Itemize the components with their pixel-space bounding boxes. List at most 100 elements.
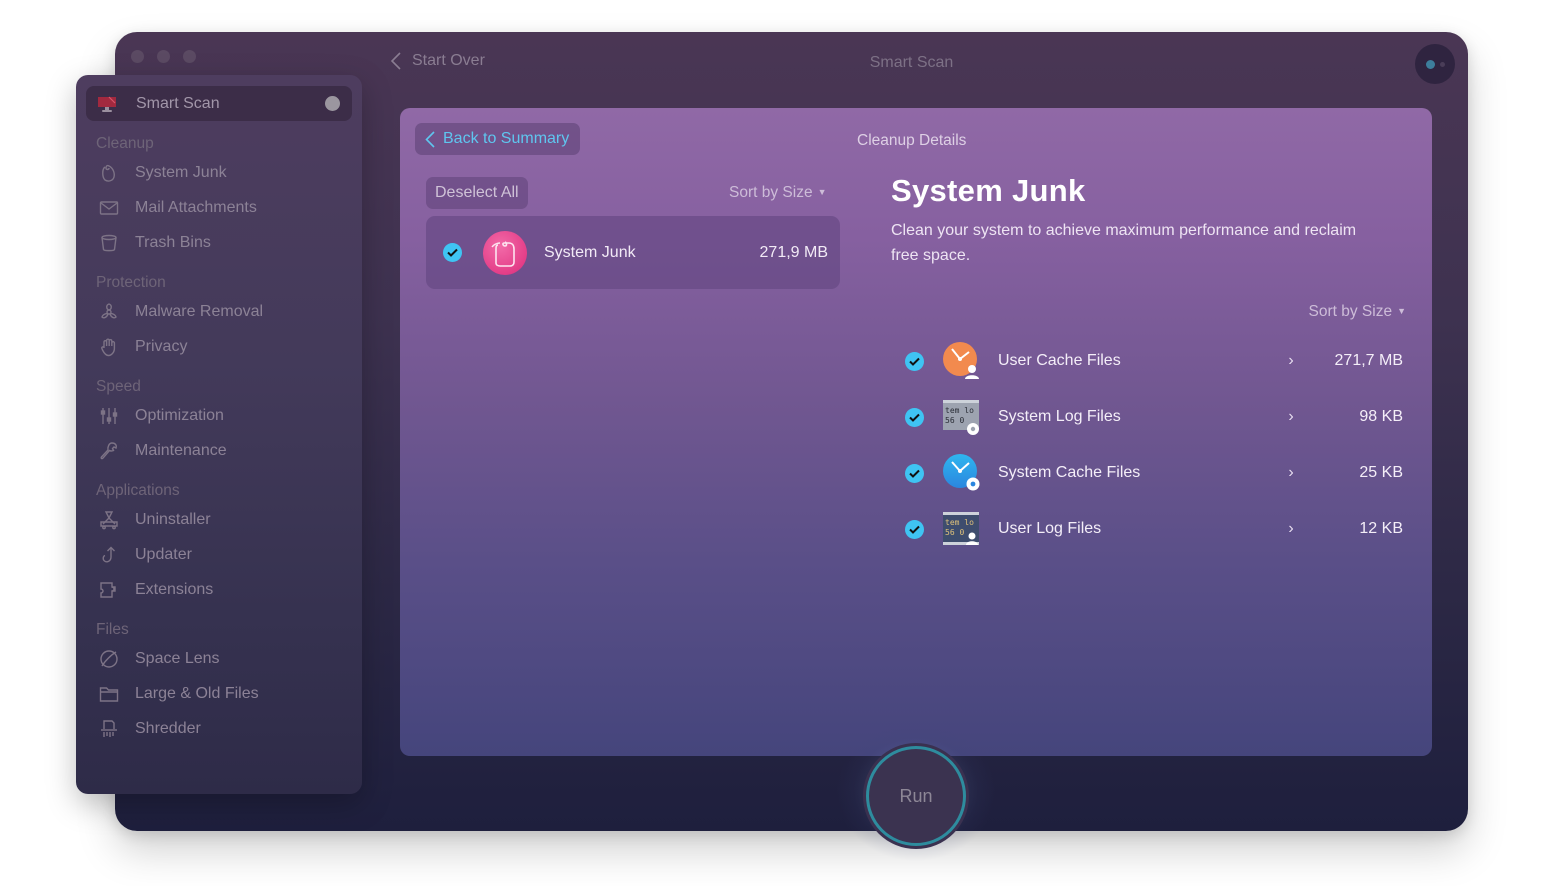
sidebar-item-smart-scan[interactable]: Smart Scan: [86, 86, 352, 121]
sidebar-section-speed: Speed: [96, 378, 141, 395]
sidebar-section-cleanup: Cleanup: [96, 135, 154, 152]
sidebar-item-privacy[interactable]: Privacy: [86, 329, 352, 364]
group-name: System Junk: [544, 243, 636, 261]
detail-description: Clean your system to achieve maximum per…: [891, 222, 1357, 264]
detail-items-list: User Cache Files › 271,7 MB tem lo 56 0 S…: [905, 333, 1403, 557]
list-item-user-log-files[interactable]: tem lo 56 0 User Log Files › 12 KB: [905, 501, 1403, 557]
item-name: System Log Files: [998, 408, 1121, 425]
chevron-right-icon[interactable]: ›: [1281, 408, 1301, 426]
biohazard-icon: [98, 301, 120, 323]
sidebar-item-malware-removal[interactable]: Malware Removal: [86, 294, 352, 329]
sort-by-size-dropdown[interactable]: Sort by Size ▼: [729, 184, 826, 202]
svg-text:tem lo: tem lo: [945, 406, 974, 415]
system-junk-icon: [98, 162, 120, 184]
sidebar-item-large-old-files[interactable]: Large & Old Files: [86, 676, 352, 711]
item-name: User Cache Files: [998, 352, 1121, 369]
checkbox-checked[interactable]: [443, 243, 462, 262]
sidebar-item-optimization[interactable]: Optimization: [86, 398, 352, 433]
back-to-summary-label: Back to Summary: [443, 130, 570, 147]
sidebar-section-applications: Applications: [96, 482, 180, 499]
sidebar-item-mail-attachments[interactable]: Mail Attachments: [86, 190, 352, 225]
detail-title: System Junk: [891, 173, 1086, 208]
svg-text:tem lo: tem lo: [945, 518, 974, 527]
list-item-system-log-files[interactable]: tem lo 56 0 System Log Files › 98 KB: [905, 389, 1403, 445]
svg-text:56 0: 56 0: [945, 416, 964, 425]
system-junk-icon: [483, 230, 527, 275]
checkmark-icon: [909, 413, 920, 422]
sidebar-item-updater[interactable]: Updater: [86, 537, 352, 572]
sidebar-item-system-junk[interactable]: System Junk: [86, 155, 352, 190]
group-row-system-junk[interactable]: System Junk 271,9 MB: [426, 216, 840, 289]
sidebar-item-label: Privacy: [135, 337, 188, 355]
detail-sort-by-size-dropdown[interactable]: Sort by Size ▼: [1309, 303, 1406, 321]
uninstaller-icon: [98, 509, 120, 531]
sidebar-section-protection: Protection: [96, 274, 166, 291]
caret-down-icon: ▼: [1397, 306, 1406, 316]
sidebar-item-extensions[interactable]: Extensions: [86, 572, 352, 607]
scan-status-indicator: [325, 96, 340, 111]
mail-icon: [98, 197, 120, 219]
checkmark-icon: [909, 357, 920, 366]
chevron-right-icon[interactable]: ›: [1281, 352, 1301, 370]
group-size: 271,9 MB: [759, 243, 828, 261]
sidebar-item-label: Trash Bins: [135, 233, 211, 251]
list-item-user-cache-files[interactable]: User Cache Files › 271,7 MB: [905, 333, 1403, 389]
run-button[interactable]: Run: [866, 746, 966, 846]
shredder-icon: [98, 718, 120, 740]
deselect-all-button[interactable]: Deselect All: [426, 177, 528, 209]
checkbox-checked[interactable]: [905, 519, 924, 539]
wrench-icon: [98, 440, 120, 462]
item-size: 25 KB: [1359, 464, 1403, 481]
trash-icon: [98, 232, 120, 254]
sidebar-item-label: Uninstaller: [135, 510, 211, 528]
sidebar-item-label: Maintenance: [135, 441, 227, 459]
checkbox-checked[interactable]: [905, 407, 924, 427]
item-size: 98 KB: [1359, 408, 1403, 425]
caret-down-icon: ▼: [817, 187, 827, 197]
sidebar-item-trash-bins[interactable]: Trash Bins: [86, 225, 352, 260]
assistant-dot: [1439, 61, 1445, 67]
sliders-icon: [98, 405, 120, 427]
item-name: User Log Files: [998, 520, 1102, 537]
checkmark-icon: [447, 248, 458, 257]
cleanup-details-panel: Back to Summary Cleanup Details Deselect…: [400, 108, 1432, 756]
checkmark-icon: [909, 469, 920, 478]
puzzle-icon: [98, 579, 120, 601]
sort-label: Sort by Size: [729, 184, 813, 201]
sidebar-item-space-lens[interactable]: Space Lens: [86, 641, 352, 676]
checkbox-checked[interactable]: [905, 351, 924, 371]
sidebar-item-label: Large & Old Files: [135, 684, 259, 702]
chevron-left-icon: [425, 130, 435, 148]
chevron-right-icon[interactable]: ›: [1281, 464, 1301, 482]
item-size: 271,7 MB: [1334, 352, 1403, 369]
item-name: System Cache Files: [998, 464, 1141, 481]
system-log-icon: tem lo 56 0: [942, 397, 982, 437]
updater-icon: [98, 544, 120, 566]
folder-icon: [98, 683, 120, 705]
sidebar-item-label: Space Lens: [135, 649, 220, 667]
sidebar-item-label: Updater: [135, 545, 192, 563]
sidebar-section-files: Files: [96, 621, 129, 638]
sidebar-item-label: Extensions: [135, 580, 214, 598]
sidebar-item-label: Optimization: [135, 406, 224, 424]
back-to-summary-button[interactable]: Back to Summary: [415, 123, 581, 155]
window-title: Smart Scan: [869, 54, 954, 71]
sidebar-item-uninstaller[interactable]: Uninstaller: [86, 502, 352, 537]
space-lens-icon: [98, 648, 120, 670]
sidebar-item-label: Smart Scan: [136, 94, 220, 112]
checkbox-checked[interactable]: [905, 463, 924, 483]
smart-scan-monitor-icon: [98, 96, 116, 112]
sidebar-item-label: Shredder: [135, 719, 201, 737]
assistant-button[interactable]: [1415, 44, 1455, 84]
sidebar: Smart Scan Cleanup System Junk Mail Atta…: [76, 75, 362, 794]
list-item-system-cache-files[interactable]: System Cache Files › 25 KB: [905, 445, 1403, 501]
svg-text:56 0: 56 0: [945, 528, 964, 537]
checkmark-icon: [909, 525, 920, 534]
chevron-right-icon[interactable]: ›: [1281, 520, 1301, 538]
assistant-icon: [1425, 59, 1435, 69]
system-cache-icon: [942, 453, 982, 493]
sidebar-item-label: System Junk: [135, 163, 227, 181]
sidebar-item-shredder[interactable]: Shredder: [86, 711, 352, 746]
sidebar-item-label: Mail Attachments: [135, 198, 257, 216]
sidebar-item-maintenance[interactable]: Maintenance: [86, 433, 352, 468]
